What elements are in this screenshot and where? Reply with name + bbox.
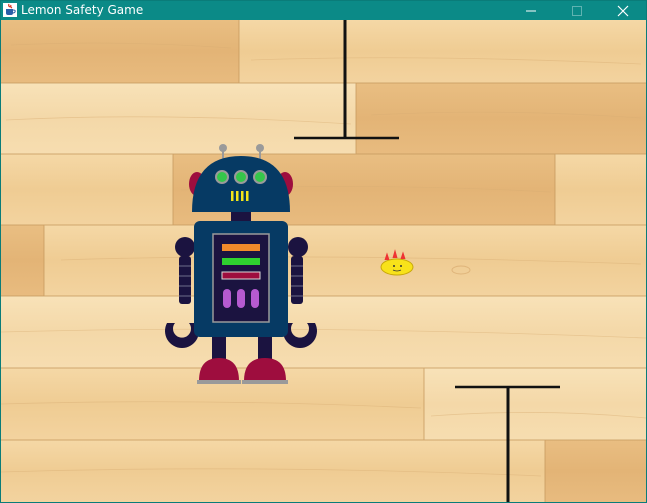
minimize-icon: [526, 10, 536, 11]
close-button[interactable]: [600, 1, 646, 20]
close-icon: [617, 5, 629, 16]
title-bar[interactable]: Lemon Safety Game: [1, 1, 646, 20]
maximize-button[interactable]: [554, 1, 600, 20]
app-window: Lemon Safety Game: [0, 0, 647, 503]
minimize-button[interactable]: [508, 1, 554, 20]
robot-sprite[interactable]: [1, 20, 646, 502]
window-title: Lemon Safety Game: [21, 3, 144, 17]
game-canvas[interactable]: [1, 20, 646, 502]
java-cup-icon: [3, 3, 17, 17]
maximize-icon: [572, 5, 582, 16]
